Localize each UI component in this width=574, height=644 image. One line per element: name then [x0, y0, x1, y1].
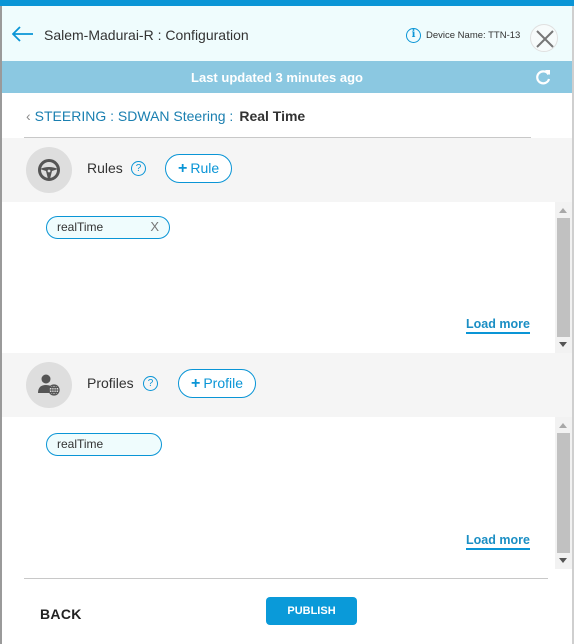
rules-avatar — [26, 147, 72, 193]
rules-list: realTime X Load more — [2, 202, 555, 353]
rules-section-header: Rules ? + Rule — [2, 138, 572, 202]
scrollbar-thumb[interactable] — [557, 218, 570, 337]
dialog-header: Salem-Madurai-R : Configuration i Device… — [2, 6, 572, 61]
profiles-section-header: Profiles ? + Profile — [2, 353, 572, 417]
rule-chip-label: realTime — [57, 220, 104, 234]
profiles-avatar — [26, 362, 72, 408]
publish-button[interactable]: PUBLISH — [266, 597, 357, 625]
profiles-help-icon[interactable]: ? — [143, 376, 158, 391]
rule-chip[interactable]: realTime X — [46, 216, 170, 239]
breadcrumb-separator: : — [106, 108, 118, 124]
profiles-list: realTime Load more — [2, 417, 555, 569]
rules-scrollbar[interactable] — [555, 202, 572, 353]
scroll-down-arrow-icon[interactable] — [559, 558, 567, 563]
profile-chip-label: realTime — [57, 437, 104, 451]
steering-wheel-icon — [38, 159, 60, 181]
user-globe-icon — [38, 374, 60, 396]
remove-chip-icon[interactable]: X — [150, 217, 159, 237]
status-bar: Last updated 3 minutes ago — [2, 61, 572, 93]
info-icon: i — [406, 28, 421, 43]
add-profile-label: Profile — [203, 375, 244, 391]
refresh-icon[interactable] — [534, 68, 552, 86]
page-title: Salem-Madurai-R : Configuration — [44, 27, 249, 43]
device-name-label: Device Name: TTN-13 — [426, 30, 521, 41]
rules-label: Rules — [87, 160, 123, 176]
breadcrumb-trailing-separator: : — [225, 108, 234, 124]
scroll-up-arrow-icon[interactable] — [559, 208, 567, 213]
rules-load-more-link[interactable]: Load more — [466, 317, 530, 334]
breadcrumb-sdwan-steering[interactable]: SDWAN Steering — [118, 108, 226, 124]
close-icon — [536, 30, 554, 48]
scroll-up-arrow-icon[interactable] — [559, 423, 567, 428]
breadcrumb-current: Real Time — [239, 108, 306, 124]
breadcrumb: ‹ STEERING : SDWAN Steering : Real Time — [26, 108, 305, 124]
add-profile-button[interactable]: + Profile — [178, 369, 257, 398]
add-rule-label: Rule — [190, 160, 220, 176]
rules-help-icon[interactable]: ? — [131, 161, 146, 176]
profile-chip[interactable]: realTime — [46, 433, 162, 456]
profiles-label: Profiles — [87, 375, 134, 391]
add-rule-button[interactable]: + Rule — [165, 154, 233, 183]
close-button[interactable] — [530, 24, 558, 52]
profiles-load-more-link[interactable]: Load more — [466, 533, 530, 550]
last-updated-text: Last updated 3 minutes ago — [191, 70, 363, 85]
back-button[interactable]: BACK — [40, 606, 82, 622]
scroll-down-arrow-icon[interactable] — [559, 342, 567, 347]
plus-icon: + — [178, 160, 188, 177]
plus-icon: + — [191, 375, 201, 392]
chevron-left-icon[interactable]: ‹ — [26, 108, 31, 124]
arrow-left-icon[interactable] — [11, 26, 34, 42]
scrollbar-thumb[interactable] — [557, 433, 570, 553]
breadcrumb-steering[interactable]: STEERING — [35, 108, 107, 124]
profiles-scrollbar[interactable] — [555, 417, 572, 569]
footer-divider — [24, 578, 548, 579]
